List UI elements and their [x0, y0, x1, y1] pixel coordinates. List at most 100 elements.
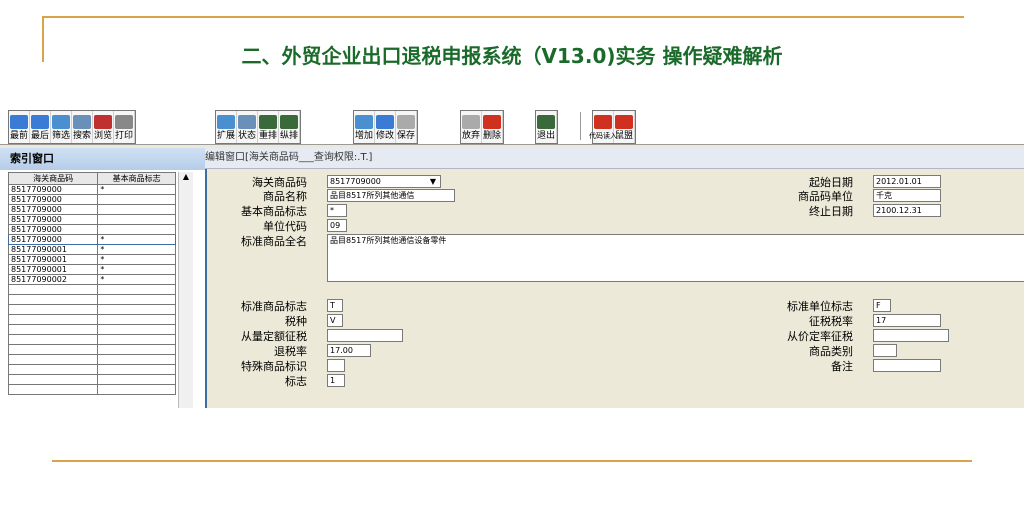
cell-customs-code[interactable]: 85177090002	[7, 274, 99, 285]
cell-basic-flag[interactable]	[97, 284, 176, 295]
toolbar-button-12[interactable]: 保存	[396, 111, 417, 143]
toolbar-button-10[interactable]: 增加	[354, 111, 375, 143]
cell-basic-flag[interactable]	[97, 384, 176, 395]
toolbar-button-3[interactable]: 搜索	[72, 111, 93, 143]
cell-customs-code[interactable]: 8517709000	[7, 214, 99, 225]
cell-basic-flag[interactable]	[97, 194, 176, 205]
table-row[interactable]: 8517709000	[7, 214, 176, 225]
table-row[interactable]	[7, 374, 176, 385]
cell-basic-flag[interactable]: *	[97, 254, 176, 265]
chevron-down-icon[interactable]: ▼	[430, 176, 436, 187]
toolbar-button-15[interactable]: 退出	[536, 111, 557, 143]
cell-basic-flag[interactable]: *	[97, 264, 176, 275]
table-row[interactable]: 8517709000	[7, 224, 176, 235]
cell-customs-code[interactable]: 85177090001	[7, 264, 99, 275]
cell-basic-flag[interactable]: *	[97, 244, 176, 255]
cell-basic-flag[interactable]: *	[97, 274, 176, 285]
right-bottom-0-field[interactable]: F	[873, 299, 891, 312]
cell-basic-flag[interactable]	[97, 314, 176, 325]
left-2-field[interactable]: *	[327, 204, 347, 217]
cell-basic-flag[interactable]	[97, 304, 176, 315]
toolbar-button-13[interactable]: 放弃	[461, 111, 482, 143]
left-9-field[interactable]	[327, 359, 345, 372]
cell-customs-code[interactable]	[7, 384, 99, 395]
cell-customs-code[interactable]: 85177090001	[7, 244, 99, 255]
cell-basic-flag[interactable]	[97, 354, 176, 365]
right-bottom-4-field[interactable]	[873, 359, 941, 372]
cell-customs-code[interactable]	[7, 364, 99, 375]
cell-customs-code[interactable]	[7, 374, 99, 385]
cell-customs-code[interactable]	[7, 354, 99, 365]
left-8-field[interactable]: 17.00	[327, 344, 371, 357]
toolbar-button-7[interactable]: 状态	[237, 111, 258, 143]
cell-customs-code[interactable]	[7, 344, 99, 355]
table-row[interactable]	[7, 334, 176, 345]
table-row[interactable]	[7, 324, 176, 335]
table-row[interactable]: 8517709000 *	[7, 234, 176, 245]
cell-customs-code[interactable]	[7, 284, 99, 295]
cell-basic-flag[interactable]	[97, 294, 176, 305]
left-6-field[interactable]: V	[327, 314, 343, 327]
cell-basic-flag[interactable]	[97, 214, 176, 225]
right-top-2-field[interactable]: 2100.12.31	[873, 204, 941, 217]
table-row[interactable]	[7, 314, 176, 325]
toolbar-button-14[interactable]: 删除	[482, 111, 503, 143]
table-row[interactable]: 85177090002 *	[7, 274, 176, 285]
table-row[interactable]	[7, 354, 176, 365]
column-header-customs-code[interactable]: 海关商品码	[7, 172, 99, 185]
cell-basic-flag[interactable]	[97, 334, 176, 345]
table-row[interactable]: 8517709000 *	[7, 184, 176, 195]
cell-basic-flag[interactable]	[97, 224, 176, 235]
toolbar-button-2[interactable]: 筛选	[51, 111, 72, 143]
cell-basic-flag[interactable]	[97, 344, 176, 355]
cell-customs-code[interactable]: 8517709000	[7, 234, 99, 245]
cell-basic-flag[interactable]	[97, 364, 176, 375]
table-row[interactable]: 85177090001 *	[7, 244, 176, 255]
toolbar-button-8[interactable]: 重排	[258, 111, 279, 143]
right-bottom-2-field[interactable]	[873, 329, 949, 342]
left-1-field[interactable]: 品目8517所列其他通信	[327, 189, 455, 202]
toolbar-button-6[interactable]: 扩展	[216, 111, 237, 143]
index-scrollbar[interactable]: ▲	[178, 172, 193, 408]
toolbar-button-1[interactable]: 最后	[30, 111, 51, 143]
table-row[interactable]	[7, 294, 176, 305]
cell-customs-code[interactable]: 85177090001	[7, 254, 99, 265]
scroll-up-icon[interactable]: ▲	[183, 172, 189, 181]
table-row[interactable]	[7, 384, 176, 395]
left-0-field[interactable]: 8517709000 ▼	[327, 175, 441, 188]
cell-customs-code[interactable]: 8517709000	[7, 224, 99, 235]
table-row[interactable]	[7, 344, 176, 355]
left-7-field[interactable]	[327, 329, 403, 342]
right-top-0-field[interactable]: 2012.01.01	[873, 175, 941, 188]
cell-customs-code[interactable]: 8517709000	[7, 194, 99, 205]
toolbar-button-11[interactable]: 修改	[375, 111, 396, 143]
left-10-field[interactable]: 1	[327, 374, 345, 387]
cell-customs-code[interactable]	[7, 294, 99, 305]
cell-basic-flag[interactable]: *	[97, 184, 176, 195]
toolbar-button-5[interactable]: 打印	[114, 111, 135, 143]
table-row[interactable]	[7, 284, 176, 295]
left-3-field[interactable]: 09	[327, 219, 347, 232]
table-row[interactable]	[7, 304, 176, 315]
toolbar-button-17[interactable]: 鼠盟	[614, 111, 635, 143]
cell-customs-code[interactable]	[7, 314, 99, 325]
toolbar-button-0[interactable]: 最前	[9, 111, 30, 143]
column-header-basic-flag[interactable]: 基本商品标志	[97, 172, 176, 185]
toolbar-button-16[interactable]: 代码读入	[589, 111, 617, 143]
toolbar-button-4[interactable]: 浏览	[93, 111, 114, 143]
cell-basic-flag[interactable]	[97, 324, 176, 335]
left-4-field[interactable]: 品目8517所列其他通信设备零件	[327, 234, 1024, 282]
right-top-1-field[interactable]: 千克	[873, 189, 941, 202]
cell-customs-code[interactable]: 8517709000	[7, 184, 99, 195]
table-row[interactable]: 8517709000	[7, 204, 176, 215]
cell-customs-code[interactable]: 8517709000	[7, 204, 99, 215]
toolbar-button-9[interactable]: 纵排	[279, 111, 300, 143]
table-row[interactable]: 85177090001 *	[7, 254, 176, 265]
table-row[interactable]: 8517709000	[7, 194, 176, 205]
cell-customs-code[interactable]	[7, 304, 99, 315]
table-row[interactable]: 85177090001 *	[7, 264, 176, 275]
cell-basic-flag[interactable]: *	[97, 234, 176, 245]
right-bottom-1-field[interactable]: 17	[873, 314, 941, 327]
cell-basic-flag[interactable]	[97, 374, 176, 385]
left-5-field[interactable]: T	[327, 299, 343, 312]
